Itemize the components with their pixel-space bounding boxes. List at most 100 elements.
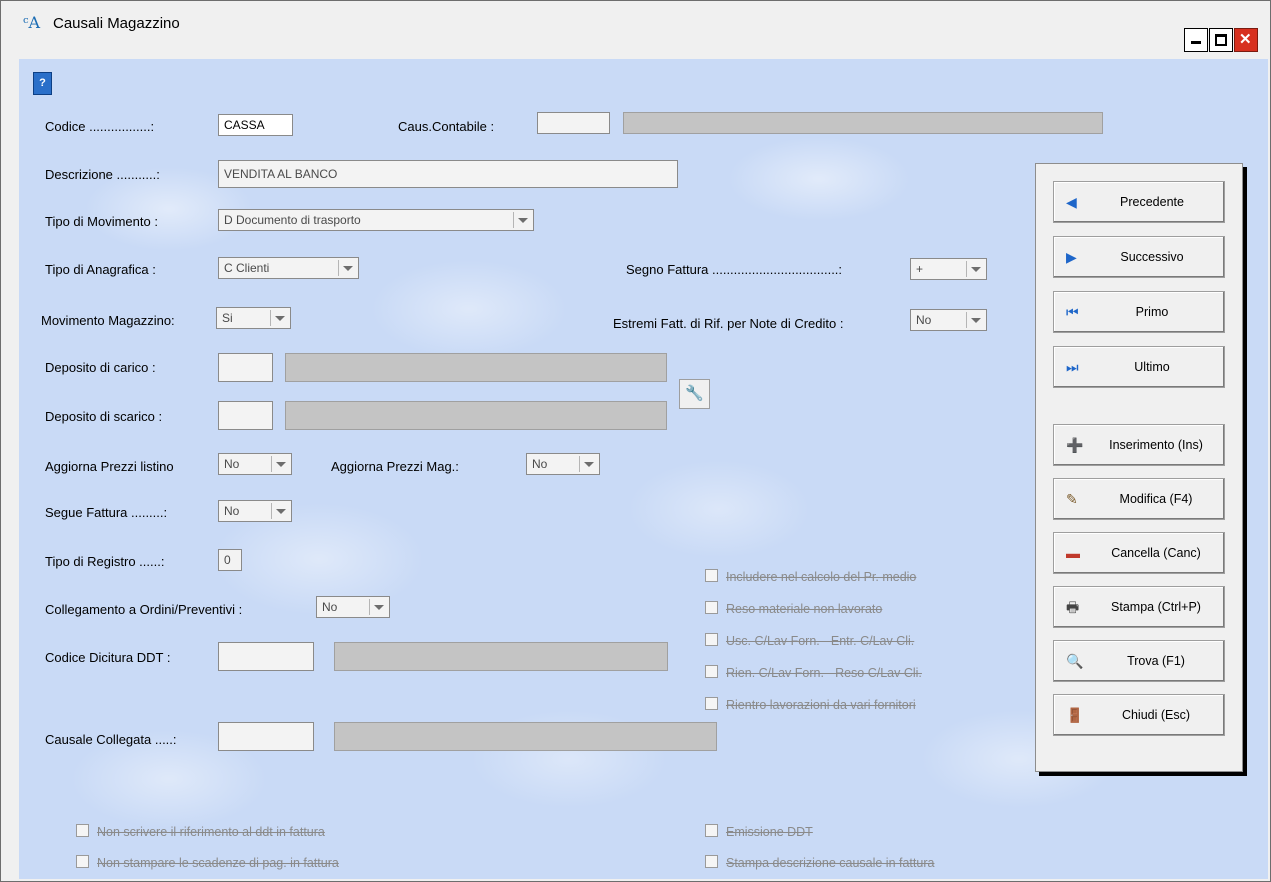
precedente-label: Precedente	[1120, 195, 1184, 209]
segue-fattura-select[interactable]: No	[218, 500, 292, 522]
collegamento-value: No	[322, 600, 338, 614]
segno-fattura-value: +	[916, 262, 924, 276]
chevron-down-icon[interactable]	[271, 456, 289, 472]
primo-label: Primo	[1135, 305, 1169, 319]
caus-contabile-desc	[623, 112, 1103, 134]
segue-fattura-label: Segue Fattura .........:	[45, 505, 168, 520]
movimento-magazzino-select[interactable]: Si	[216, 307, 291, 329]
checkbox-pr-medio[interactable]: Includere nel calcolo del Pr. medio	[705, 569, 916, 584]
aggiorna-mag-label: Aggiorna Prezzi Mag.:	[331, 459, 459, 474]
chevron-down-icon[interactable]	[966, 261, 984, 277]
checkbox-box[interactable]	[705, 569, 718, 582]
collegamento-select[interactable]: No	[316, 596, 390, 618]
tipo-anagrafica-select[interactable]: C Clienti	[218, 257, 359, 279]
successivo-button[interactable]: ▶ Successivo	[1053, 236, 1225, 278]
chevron-down-icon[interactable]	[966, 312, 984, 328]
deposito-carico-desc	[285, 353, 667, 382]
trova-label: Trova (F1)	[1127, 654, 1185, 668]
checkbox-label: Non stampare le scadenze di pag. in fatt…	[97, 856, 339, 870]
precedente-button[interactable]: ◀ Precedente	[1053, 181, 1225, 223]
stampa-label: Stampa (Ctrl+P)	[1111, 600, 1201, 614]
deposito-carico-field[interactable]	[218, 353, 273, 382]
chevron-down-icon[interactable]	[579, 456, 597, 472]
aggiorna-mag-select[interactable]: No	[526, 453, 600, 475]
checkbox-box[interactable]	[705, 697, 718, 710]
causale-collegata-desc	[334, 722, 717, 751]
checkbox-label: Includere nel calcolo del Pr. medio	[726, 570, 917, 584]
chevron-down-icon[interactable]	[271, 503, 289, 519]
checkbox-box[interactable]	[76, 855, 89, 868]
checkbox-usc-c-lav[interactable]: Usc. C/Lav Forn. - Entr. C/Lav Cli.	[705, 633, 914, 648]
checkbox-rien-c-lav[interactable]: Rien. C/Lav Forn. - Reso C/Lav Cli.	[705, 665, 922, 680]
chevron-down-icon[interactable]	[369, 599, 387, 615]
inserimento-button[interactable]: ➕ Inserimento (Ins)	[1053, 424, 1225, 466]
checkbox-non-stampare[interactable]: Non stampare le scadenze di pag. in fatt…	[76, 855, 339, 870]
wrench-icon[interactable]: 🔧	[679, 379, 710, 409]
chiudi-button[interactable]: 🚪 Chiudi (Esc)	[1053, 694, 1225, 736]
edit-icon: ✎	[1066, 491, 1078, 507]
window: ᶜA Causali Magazzino ? Codice ..........…	[0, 0, 1271, 882]
trova-button[interactable]: 🔍 Trova (F1)	[1053, 640, 1225, 682]
codice-field[interactable]: CASSA	[218, 114, 293, 136]
codice-dicitura-desc	[334, 642, 668, 671]
estremi-select[interactable]: No	[910, 309, 987, 331]
segno-fattura-select[interactable]: +	[910, 258, 987, 280]
segue-fattura-value: No	[224, 504, 240, 518]
cancella-button[interactable]: ▬ Cancella (Canc)	[1053, 532, 1225, 574]
caus-contabile-label: Caus.Contabile :	[398, 119, 495, 134]
checkbox-emissione-ddt[interactable]: Emissione DDT	[705, 824, 813, 839]
close-button[interactable]	[1234, 28, 1258, 52]
aggiorna-listino-select[interactable]: No	[218, 453, 292, 475]
chevron-down-icon[interactable]	[270, 310, 288, 326]
checkbox-label: Usc. C/Lav Forn. - Entr. C/Lav Cli.	[726, 634, 915, 648]
codice-dicitura-field[interactable]	[218, 642, 314, 671]
tipo-registro-label: Tipo di Registro ......:	[45, 554, 165, 569]
checkbox-box[interactable]	[705, 633, 718, 646]
estremi-value: No	[916, 313, 932, 327]
help-icon[interactable]: ?	[33, 72, 52, 95]
ultimo-button[interactable]: ⏭ Ultimo	[1053, 346, 1225, 388]
deposito-scarico-label: Deposito di scarico :	[45, 409, 163, 424]
minimize-button[interactable]	[1184, 28, 1208, 52]
descrizione-field[interactable]: VENDITA AL BANCO	[218, 160, 678, 188]
checkbox-box[interactable]	[705, 824, 718, 837]
tipo-movimento-label: Tipo di Movimento :	[45, 214, 158, 229]
stampa-button[interactable]: 🖶 Stampa (Ctrl+P)	[1053, 586, 1225, 628]
checkbox-reso-materiale[interactable]: Reso materiale non lavorato	[705, 601, 882, 616]
title-bar[interactable]: ᶜA Causali Magazzino	[1, 1, 1270, 52]
chiudi-label: Chiudi (Esc)	[1121, 708, 1191, 722]
checkbox-label: Stampa descrizione causale in fattura	[726, 856, 935, 870]
tipo-anagrafica-value: C Clienti	[224, 261, 270, 275]
causale-collegata-field[interactable]	[218, 722, 314, 751]
checkbox-rientro-lavorazioni[interactable]: Rientro lavorazioni da vari fornitori	[705, 697, 916, 712]
checkbox-stampa-descrizione[interactable]: Stampa descrizione causale in fattura	[705, 855, 934, 870]
estremi-label: Estremi Fatt. di Rif. per Note di Credit…	[613, 316, 844, 331]
checkbox-non-scrivere[interactable]: Non scrivere il riferimento al ddt in fa…	[76, 824, 325, 839]
checkbox-label: Non scrivere il riferimento al ddt in fa…	[97, 825, 325, 839]
checkbox-label: Rien. C/Lav Forn. - Reso C/Lav Cli.	[726, 666, 922, 680]
checkbox-box[interactable]	[705, 601, 718, 614]
checkbox-box[interactable]	[705, 665, 718, 678]
codice-dicitura-label: Codice Dicitura DDT :	[45, 650, 171, 665]
tipo-registro-field[interactable]: 0	[218, 549, 242, 571]
deposito-scarico-field[interactable]	[218, 401, 273, 430]
caus-contabile-field[interactable]	[537, 112, 610, 134]
aggiorna-mag-value: No	[532, 457, 548, 471]
successivo-label: Successivo	[1120, 250, 1184, 264]
ultimo-label: Ultimo	[1134, 360, 1170, 374]
delete-icon: ▬	[1066, 545, 1080, 561]
window-title: Causali Magazzino	[53, 15, 180, 32]
checkbox-box[interactable]	[76, 824, 89, 837]
primo-button[interactable]: ⏮ Primo	[1053, 291, 1225, 333]
maximize-button[interactable]	[1209, 28, 1233, 52]
first-record-icon: ⏮	[1066, 304, 1079, 320]
chevron-down-icon[interactable]	[338, 260, 356, 276]
collegamento-label: Collegamento a Ordini/Preventivi :	[45, 602, 243, 617]
codice-label: Codice .................:	[45, 119, 155, 134]
chevron-down-icon[interactable]	[513, 212, 531, 228]
cancella-label: Cancella (Canc)	[1111, 546, 1201, 560]
modifica-label: Modifica (F4)	[1119, 492, 1193, 506]
checkbox-box[interactable]	[705, 855, 718, 868]
modifica-button[interactable]: ✎ Modifica (F4)	[1053, 478, 1225, 520]
tipo-movimento-select[interactable]: D Documento di trasporto	[218, 209, 534, 231]
